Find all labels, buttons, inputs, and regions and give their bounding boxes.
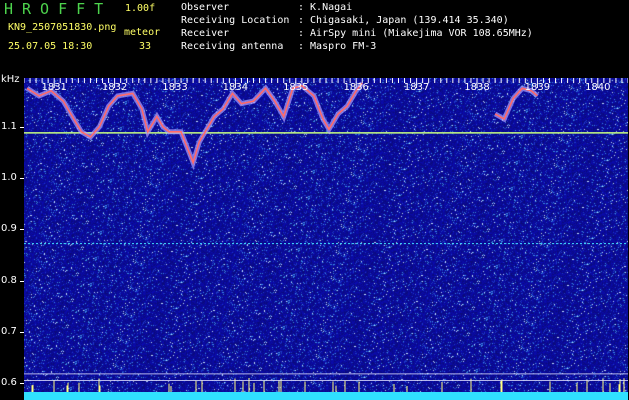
x-tick-label: 1839: [525, 82, 550, 93]
x-tick-label: 1835: [283, 82, 308, 93]
x-tick-label: 1834: [223, 82, 248, 93]
bottom-band: [24, 392, 628, 400]
datetime-label: 25.07.05 18:30: [8, 41, 93, 52]
counter-label: 33: [139, 41, 152, 52]
y-tick-label: 0.6: [1, 377, 17, 389]
x-tick-label: 1837: [404, 82, 429, 93]
version-label: 1.00f: [125, 3, 156, 14]
spectrogram-overlay: 1831 1832 1833 1834 1835 1836 1837 1838 1839 1840: [24, 78, 628, 400]
app-title: HROFFT: [4, 0, 113, 18]
x-tick-label: 1832: [102, 82, 127, 93]
antenna-label: Receiving antenna: [181, 41, 284, 52]
y-tick-label: 1.1: [1, 120, 17, 132]
filename-label: KN9_2507051830.png: [8, 22, 117, 33]
y-tick-label: 0.7: [1, 325, 17, 337]
x-tick-label: 1833: [162, 82, 187, 93]
observer-label: Observer: [181, 2, 230, 13]
y-axis-unit: kHz: [1, 74, 20, 85]
location-value: : Chigasaki, Japan (139.414 35.340): [298, 15, 509, 26]
y-tick-label: 1.0: [1, 171, 17, 183]
antenna-value: : Maspro FM-3: [298, 41, 377, 52]
receiver-label: Receiver: [181, 28, 230, 39]
x-tick-label: 1838: [464, 82, 489, 93]
x-tick-label: 1840: [585, 82, 610, 93]
spectrogram-plot: 1831 1832 1833 1834 1835 1836 1837 1838 1839 1840: [24, 78, 628, 400]
observer-value: : K.Nagai: [298, 2, 353, 13]
y-tick-label: 0.9: [1, 223, 17, 235]
hrofft-window: HROFFT 1.00f KN9_2507051830.png meteor 2…: [0, 0, 629, 400]
x-tick-label: 1831: [41, 82, 66, 93]
mode-label: meteor: [124, 27, 161, 38]
location-label: Receiving Location: [181, 15, 290, 26]
receiver-value: : AirSpy mini (Miakejima VOR 108.65MHz): [298, 28, 533, 39]
y-tick-label: 0.8: [1, 274, 17, 286]
x-tick-label: 1836: [343, 82, 368, 93]
